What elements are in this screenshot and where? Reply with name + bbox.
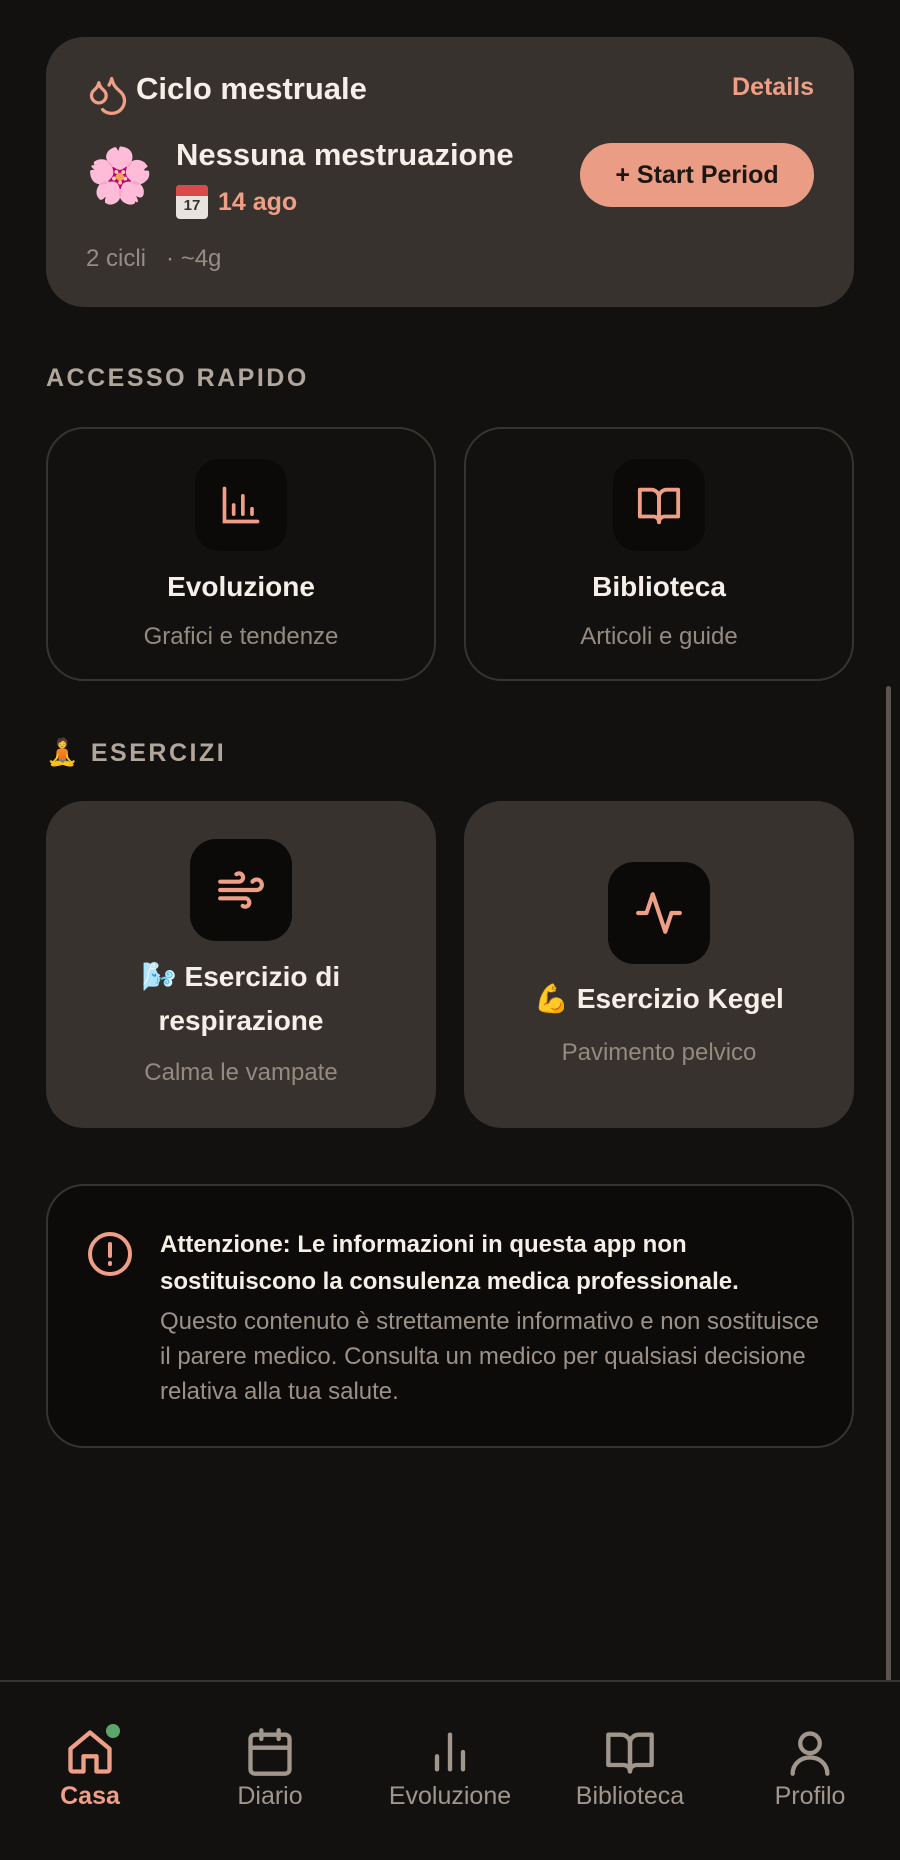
cycles-count: 2 cicli	[86, 245, 147, 272]
tile-title-text: Esercizio Kegel	[576, 983, 784, 1014]
tile-title: 💪 Esercizio Kegel	[464, 977, 854, 1021]
notification-dot	[106, 1724, 120, 1738]
bar-chart-icon	[434, 1732, 466, 1772]
period-status: Nessuna mestruazione	[176, 137, 514, 172]
details-link[interactable]: Details	[732, 73, 814, 102]
tile-title: Biblioteca	[592, 571, 726, 602]
disclaimer-body: Questo contenuto è strettamente informat…	[160, 1308, 820, 1405]
tile-subtitle: Calma le vampate	[144, 1059, 338, 1086]
nav-label: Casa	[60, 1782, 120, 1810]
start-period-button[interactable]: + Start Period	[580, 143, 814, 207]
tile-subtitle: Grafici e tendenze	[143, 623, 339, 650]
calendar-emoji-icon: 17	[176, 185, 208, 219]
flower-icon: 🌸	[86, 144, 154, 207]
flexed-arm-emoji: 💪	[534, 982, 570, 1015]
nav-item-evoluzione[interactable]: Evoluzione	[360, 1682, 540, 1860]
nav-item-biblioteca[interactable]: Biblioteca	[540, 1682, 720, 1860]
activity-icon	[608, 862, 710, 964]
tile-title-line1: Esercizio di	[184, 961, 341, 992]
nav-item-casa[interactable]: Casa	[0, 1682, 180, 1860]
scrollbar[interactable]	[886, 686, 891, 1682]
book-icon	[606, 1732, 654, 1774]
drops-icon	[89, 76, 127, 116]
cycle-title: Ciclo mestruale	[136, 71, 367, 106]
cycle-meta: 2 cicli · ~4g	[86, 245, 221, 273]
nav-item-diario[interactable]: Diario	[180, 1682, 360, 1860]
tile-subtitle: Articoli e guide	[580, 623, 738, 650]
tile-title: Evoluzione	[167, 571, 315, 602]
user-icon	[790, 1731, 830, 1776]
exercises-title: ESERCIZI	[90, 738, 227, 767]
tile-title: 🌬️ Esercizio di respirazione	[46, 955, 436, 1043]
period-date: 14 ago	[218, 187, 298, 216]
medical-disclaimer: Attenzione: Le informazioni in questa ap…	[46, 1184, 854, 1448]
meditation-icon: 🧘	[46, 738, 81, 768]
average-length: · ~4g	[166, 245, 222, 272]
nav-label: Diario	[237, 1782, 303, 1810]
nav-label: Evoluzione	[388, 1782, 512, 1810]
exercise-tile-breathing[interactable]: 🌬️ Esercizio di respirazione Calma le va…	[46, 801, 436, 1128]
bar-chart-icon	[195, 459, 287, 551]
tile-title-line2: respirazione	[158, 1005, 324, 1036]
wind-icon	[190, 839, 292, 941]
nav-item-profilo[interactable]: Profilo	[720, 1682, 900, 1860]
cycle-card: Ciclo mestruale Details 🌸 Nessuna mestru…	[46, 37, 854, 307]
nav-label: Profilo	[774, 1782, 846, 1810]
quick-tile-biblioteca[interactable]: Biblioteca Articoli e guide	[464, 427, 854, 681]
alert-circle-icon	[88, 1232, 132, 1276]
calendar-icon	[248, 1728, 292, 1776]
quick-tile-evoluzione[interactable]: Evoluzione Grafici e tendenze	[46, 427, 436, 681]
wind-face-emoji: 🌬️	[141, 960, 177, 993]
book-icon	[613, 459, 705, 551]
nav-label: Biblioteca	[575, 1782, 685, 1810]
exercises-heading: 🧘 ESERCIZI	[46, 738, 226, 768]
bottom-navigation: Casa Diario Evoluzione Biblioteca Profil…	[0, 1680, 900, 1860]
period-date-row: 17 14 ago	[176, 185, 297, 219]
exercise-tile-kegel[interactable]: 💪 Esercizio Kegel Pavimento pelvico	[464, 801, 854, 1128]
tile-subtitle: Pavimento pelvico	[561, 1039, 757, 1066]
disclaimer-title: Attenzione: Le informazioni in questa ap…	[160, 1231, 739, 1295]
quick-access-heading: ACCESSO RAPIDO	[46, 364, 309, 392]
